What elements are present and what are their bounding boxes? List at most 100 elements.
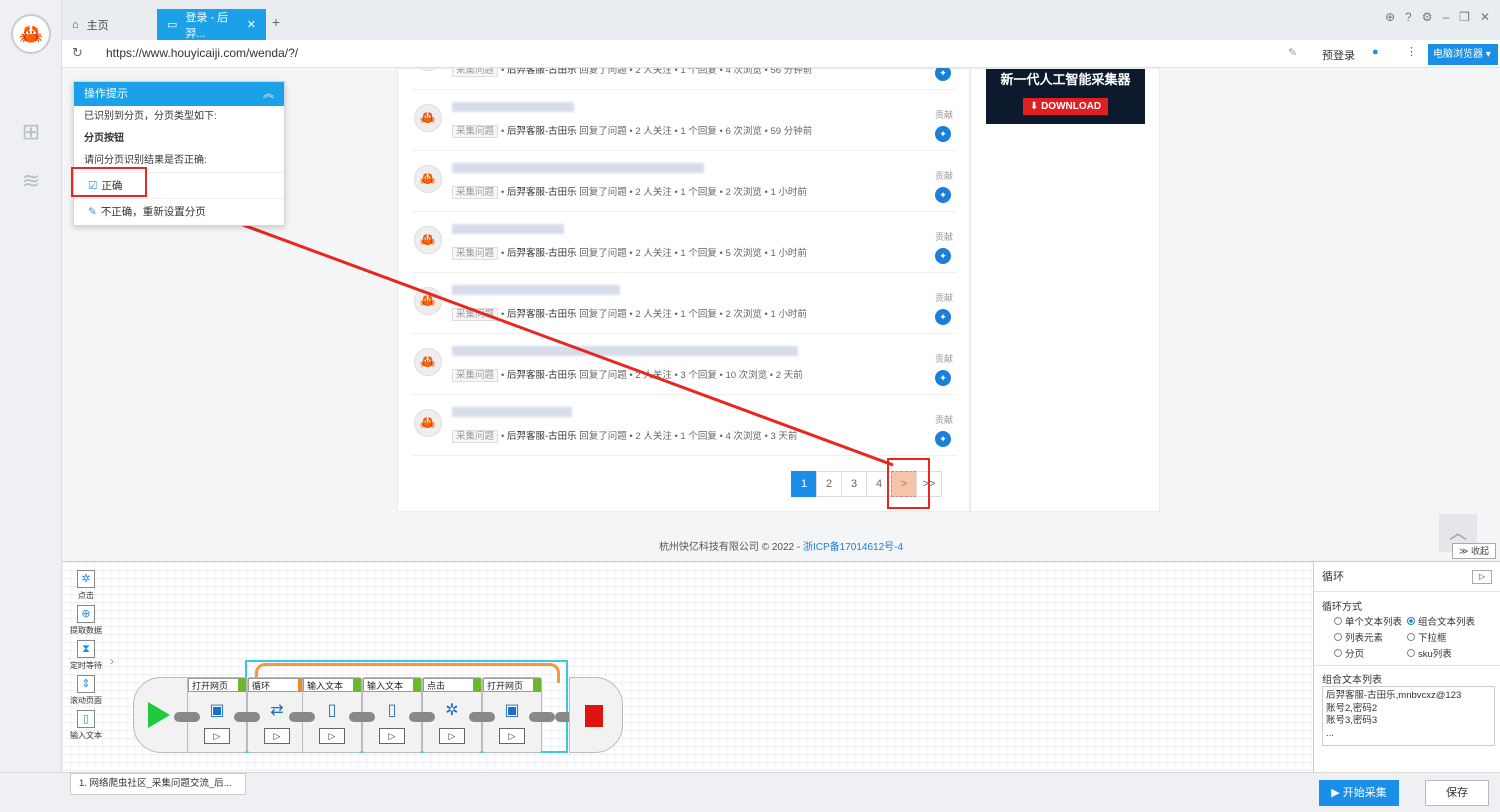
tool-scroll[interactable]: ⇕ 滚动页面 — [66, 675, 106, 706]
contribution: 贡献 ✦ — [934, 108, 953, 142]
end-node[interactable] — [569, 677, 623, 753]
list-item[interactable]: 🦀 采集问题• 后羿客服-古田乐 回复了问题 • 2 人关注 • 1 个回复 •… — [412, 151, 957, 212]
contribution-icon[interactable]: ✦ — [934, 187, 951, 203]
step-play-button[interactable]: ▷ — [379, 728, 405, 744]
blurred-title[interactable] — [452, 285, 620, 295]
task-tab[interactable]: 1. 网络爬虫社区_采集问题交流_后... — [70, 773, 246, 795]
gift-icon[interactable]: ⊕ — [1385, 10, 1395, 24]
help-icon[interactable]: ? — [1405, 10, 1412, 24]
tool-click[interactable]: ✲ 点击 — [66, 570, 106, 601]
question-tag[interactable]: 采集问题 — [452, 186, 499, 199]
list-item[interactable]: 🦀 采集问题• 后羿客服-古田乐 回复了问题 • 2 人关注 • 1 个回复 •… — [412, 273, 957, 334]
download-button[interactable]: ⬇ DOWNLOAD — [1022, 98, 1109, 115]
question-meta: 采集问题 • 后羿客服-古田乐 回复了问题 • 2 人关注 • 1 个回复 • 2… — [452, 184, 807, 199]
contribution-icon[interactable]: ✦ — [934, 68, 951, 81]
list-item[interactable]: 🦀 采集问题• 后羿客服-古田乐 回复了问题 • 2 人关注 • 1 个回复 •… — [412, 90, 957, 151]
collapse-button[interactable]: ≫ 收起 — [1452, 543, 1496, 559]
layers-icon[interactable]: ≋ — [17, 167, 45, 195]
blurred-title[interactable] — [452, 346, 798, 356]
mode-dropdown[interactable]: 下拉框 — [1407, 630, 1447, 644]
list-item[interactable]: 🦀 采集问题• 后羿客服-古田乐 回复了问题 • 2 人关注 • 1 个回复 •… — [412, 395, 957, 456]
step-play-button[interactable]: ▷ — [264, 728, 290, 744]
download-banner[interactable]: 新一代人工智能采集器 ⬇ DOWNLOAD — [986, 69, 1145, 124]
list-item[interactable]: 🦀 采集问题• 后羿客服-古田乐 回复了问题 • 2 人关注 • 1 个回复 •… — [412, 212, 957, 273]
prelogin-button[interactable]: 预登录 — [1322, 47, 1355, 63]
blurred-title[interactable] — [452, 407, 572, 417]
minimize-icon[interactable]: – — [1442, 10, 1449, 24]
step-play-button[interactable]: ▷ — [499, 728, 525, 744]
step-play-button[interactable]: ▷ — [204, 728, 230, 744]
contribution-icon[interactable]: ✦ — [934, 370, 951, 386]
url-input[interactable]: https://www.houyicaiji.com/wenda/?/ — [106, 46, 298, 60]
contribution: 贡献 ✦ — [934, 230, 953, 264]
contribution-icon[interactable]: ✦ — [934, 248, 951, 264]
close-icon[interactable]: ✕ — [1480, 10, 1490, 24]
save-button[interactable]: 保存 — [1425, 780, 1489, 806]
question-author[interactable]: 后羿客服-古田乐 — [507, 187, 577, 198]
app-logo-icon[interactable]: 🦀 — [11, 14, 51, 54]
mode-sku-list[interactable]: sku列表 — [1407, 646, 1452, 660]
step-play-button[interactable]: ▷ — [439, 728, 465, 744]
tool-input[interactable]: ▯ 输入文本 — [66, 710, 106, 741]
mode-pagination[interactable]: 分页 — [1334, 646, 1364, 660]
user-icon[interactable]: ● — [1372, 46, 1379, 58]
icp-link[interactable]: 浙ICP备17014612号-4 — [803, 542, 903, 553]
tool-wait[interactable]: ⧗ 定时等待 — [66, 640, 106, 671]
home-icon: ⌂ — [72, 18, 79, 31]
connector — [409, 712, 435, 722]
tab-home[interactable]: ⌂ 主页 — [62, 9, 156, 40]
tool-extract[interactable]: ⊕ 提取数据 — [66, 605, 106, 636]
question-author[interactable]: 后羿客服-古田乐 — [507, 126, 577, 137]
page-1-button[interactable]: 1 — [791, 471, 817, 497]
start-collect-button[interactable]: ▶ 开始采集 — [1319, 780, 1399, 806]
mode-single-list[interactable]: 单个文本列表 — [1334, 614, 1402, 628]
question-author[interactable]: 后羿客服-古田乐 — [507, 68, 577, 76]
browser-mode-label: 电脑浏览器 — [1433, 49, 1483, 60]
avatar: 🦀 — [414, 348, 442, 376]
run-icon[interactable]: ▷ — [1472, 570, 1492, 584]
list-item[interactable]: 🦀 采集问题 • 后羿客服-古田乐 回复了问题 • 2 人关注 • 3 个回复 •… — [412, 334, 957, 395]
blurred-title[interactable] — [452, 163, 704, 173]
question-author[interactable]: 后羿客服-古田乐 — [507, 431, 577, 442]
more-icon[interactable]: ⋮ — [1406, 45, 1417, 58]
avatar: 🦀 — [414, 104, 442, 132]
tab-close-icon[interactable]: ✕ — [247, 18, 256, 31]
edit-icon[interactable]: ✎ — [1288, 46, 1297, 59]
collapse-up-icon[interactable]: ︽ — [263, 82, 274, 106]
avatar: 🦀 — [414, 287, 442, 315]
question-author[interactable]: 后羿客服-古田乐 — [507, 370, 577, 381]
combined-list-textarea[interactable]: 后羿客服-古田乐,mnbvcxz@123 账号2,密码2 账号3,密码3 ... — [1322, 686, 1495, 746]
mode-combined-list[interactable]: 组合文本列表 — [1407, 614, 1475, 628]
contribution-label: 贡献 — [934, 293, 953, 303]
question-tag[interactable]: 采集问题 — [452, 68, 499, 77]
new-tab-icon[interactable]: + — [272, 14, 280, 30]
settings-icon[interactable]: ⚙ — [1422, 10, 1433, 24]
question-tag[interactable]: 采集问题 — [452, 308, 499, 321]
question-author[interactable]: 后羿客服-古田乐 — [507, 248, 577, 259]
question-author[interactable]: 后羿客服-古田乐 — [507, 309, 577, 320]
webpage-icon: ▣ — [504, 702, 520, 719]
question-tag[interactable]: 采集问题 — [452, 125, 499, 138]
question-tag[interactable]: 采集问题 — [452, 430, 499, 443]
question-tag[interactable]: 采集问题 — [452, 369, 499, 382]
browser-mode-select[interactable]: 电脑浏览器 ▾ — [1428, 44, 1498, 65]
incorrect-option[interactable]: ✎ 不正确，重新设置分页 — [74, 198, 284, 224]
blurred-title[interactable] — [452, 102, 574, 112]
question-tag[interactable]: 采集问题 — [452, 247, 499, 260]
list-item[interactable]: 🦀 采集问题• 后羿客服-古田乐 回复了问题 • 2 人关注 • 1 个回复 •… — [412, 68, 957, 90]
mode-list-element[interactable]: 列表元素 — [1334, 630, 1383, 644]
new-task-icon[interactable]: ⊞ — [17, 118, 45, 146]
expand-tools-icon[interactable]: › — [110, 654, 114, 668]
contribution-icon[interactable]: ✦ — [934, 431, 951, 447]
blurred-title[interactable] — [452, 224, 564, 234]
page-2-button[interactable]: 2 — [816, 471, 842, 497]
contribution-icon[interactable]: ✦ — [934, 309, 951, 325]
page-3-button[interactable]: 3 — [841, 471, 867, 497]
divider — [1314, 665, 1500, 666]
contribution-icon[interactable]: ✦ — [934, 126, 951, 142]
tip-header[interactable]: 操作提示 ︽ — [74, 82, 284, 106]
tab-login[interactable]: ▭ 登录 - 后羿... ✕ — [157, 9, 266, 40]
refresh-icon[interactable]: ↻ — [72, 45, 83, 61]
step-play-button[interactable]: ▷ — [319, 728, 345, 744]
restore-icon[interactable]: ❐ — [1459, 10, 1470, 24]
